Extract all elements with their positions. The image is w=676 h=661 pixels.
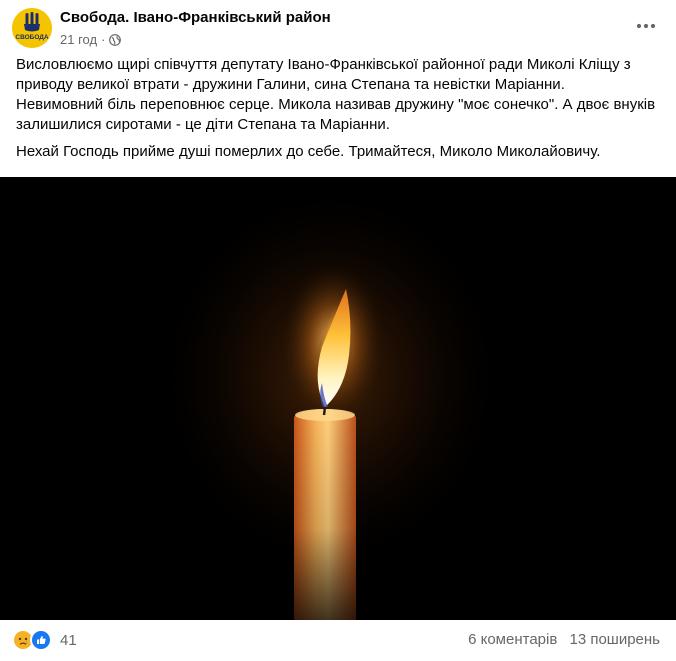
post-card: СВОБОДА Свобода. Івано-Франківський райо… xyxy=(0,0,676,661)
globe-icon xyxy=(109,33,122,46)
comments-count-link[interactable]: 6 коментарів xyxy=(468,631,557,648)
like-reaction-icon xyxy=(30,629,52,651)
post-text: Висловлюємо щирі співчуття депутату Іван… xyxy=(16,55,656,162)
reactions-summary[interactable]: 41 xyxy=(12,629,77,651)
post-header: СВОБОДА Свобода. Івано-Франківський райо… xyxy=(0,0,676,52)
page-name-link[interactable]: Свобода. Івано-Франківський район xyxy=(60,9,331,26)
meta-separator: · xyxy=(101,31,106,47)
post-meta: 21 год · xyxy=(60,31,122,47)
avatar[interactable]: СВОБОДА xyxy=(12,8,52,48)
shares-count-link[interactable]: 13 поширень xyxy=(569,631,660,648)
post-paragraph: Висловлюємо щирі співчуття депутату Іван… xyxy=(16,56,656,133)
engagement-stats: 6 коментарів 13 поширень xyxy=(468,631,660,648)
more-horizontal-icon xyxy=(636,23,656,29)
candle-image xyxy=(0,177,676,620)
timestamp-link[interactable]: 21 год xyxy=(60,32,97,47)
post-paragraph: Нехай Господь прийме душі померлих до се… xyxy=(16,143,601,160)
reaction-count: 41 xyxy=(60,631,77,649)
svoboda-logo: СВОБОДА xyxy=(12,8,52,48)
more-options-button[interactable] xyxy=(628,8,664,44)
post-image[interactable] xyxy=(0,177,676,620)
post-footer: 41 6 коментарів 13 поширень xyxy=(0,620,676,661)
avatar-label: СВОБОДА xyxy=(15,34,49,41)
